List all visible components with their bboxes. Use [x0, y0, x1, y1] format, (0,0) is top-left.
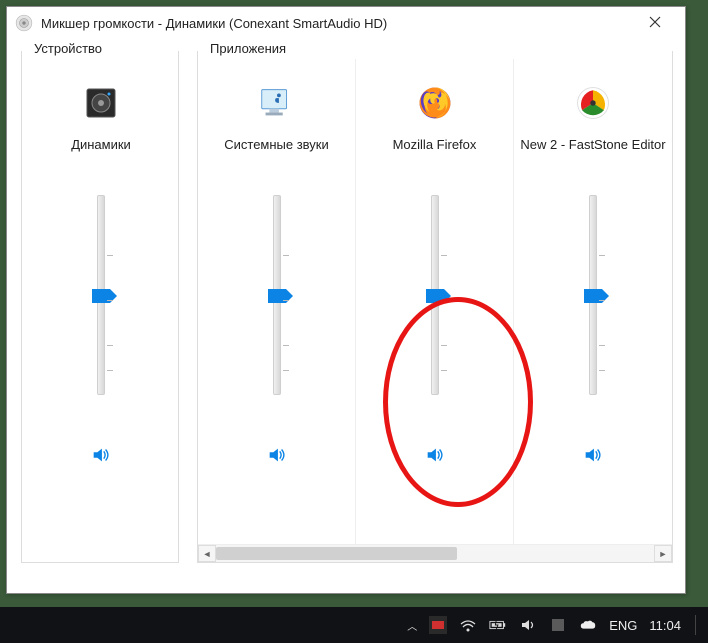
onedrive-icon[interactable]	[579, 616, 597, 634]
app-label: Системные звуки	[218, 137, 335, 173]
device-label: Динамики	[65, 137, 137, 173]
device-mute-button[interactable]	[89, 443, 113, 467]
close-button[interactable]	[633, 15, 677, 31]
app-mute-button[interactable]	[423, 443, 447, 467]
wifi-icon[interactable]	[459, 616, 477, 634]
apps-grid: Системные звуки Mozilla Firefox	[198, 59, 672, 544]
scroll-track[interactable]	[216, 545, 654, 562]
device-section-label: Устройство	[30, 41, 106, 56]
tray-square-icon[interactable]	[549, 616, 567, 634]
scroll-left-button[interactable]: ◄	[198, 545, 216, 562]
volume-icon[interactable]	[519, 616, 537, 634]
apps-section-label: Приложения	[206, 41, 290, 56]
scroll-thumb[interactable]	[216, 547, 457, 560]
device-section: Устройство Динамики	[21, 51, 179, 563]
app-label: Mozilla Firefox	[387, 137, 483, 173]
clock[interactable]: 11:04	[649, 618, 681, 633]
speakers-icon[interactable]	[77, 79, 125, 127]
app-mute-button[interactable]	[581, 443, 605, 467]
system-sounds-icon[interactable]	[253, 79, 301, 127]
volume-mixer-icon	[15, 14, 33, 32]
app-slider[interactable]	[575, 195, 611, 419]
taskbar: ︿ ENG 11:04	[0, 607, 708, 643]
tray-app-icon[interactable]	[429, 616, 447, 634]
app-label: New 2 - FastStone Editor	[514, 137, 671, 173]
language-indicator[interactable]: ENG	[609, 618, 637, 633]
app-slider[interactable]	[417, 195, 453, 419]
device-slider[interactable]	[83, 195, 119, 419]
app-channel-system-sounds: Системные звуки	[198, 59, 356, 544]
app-channel-faststone: New 2 - FastStone Editor	[514, 59, 672, 544]
window-title: Микшер громкости - Динамики (Conexant Sm…	[41, 16, 633, 31]
titlebar: Микшер громкости - Динамики (Conexant Sm…	[7, 7, 685, 39]
battery-icon[interactable]	[489, 616, 507, 634]
app-slider[interactable]	[259, 195, 295, 419]
tray-overflow-button[interactable]: ︿	[407, 618, 417, 633]
device-channel: Динамики	[22, 59, 180, 467]
content-area: Устройство Динамики	[7, 39, 685, 577]
volume-mixer-window: Микшер громкости - Динамики (Conexant Sm…	[6, 6, 686, 594]
app-mute-button[interactable]	[265, 443, 289, 467]
firefox-icon[interactable]	[411, 79, 459, 127]
apps-horizontal-scrollbar[interactable]: ◄ ►	[198, 544, 672, 562]
app-channel-firefox: Mozilla Firefox	[356, 59, 514, 544]
faststone-icon[interactable]	[569, 79, 617, 127]
scroll-right-button[interactable]: ►	[654, 545, 672, 562]
tray-divider	[695, 615, 696, 635]
apps-section: Приложения Системные звуки	[197, 51, 673, 563]
